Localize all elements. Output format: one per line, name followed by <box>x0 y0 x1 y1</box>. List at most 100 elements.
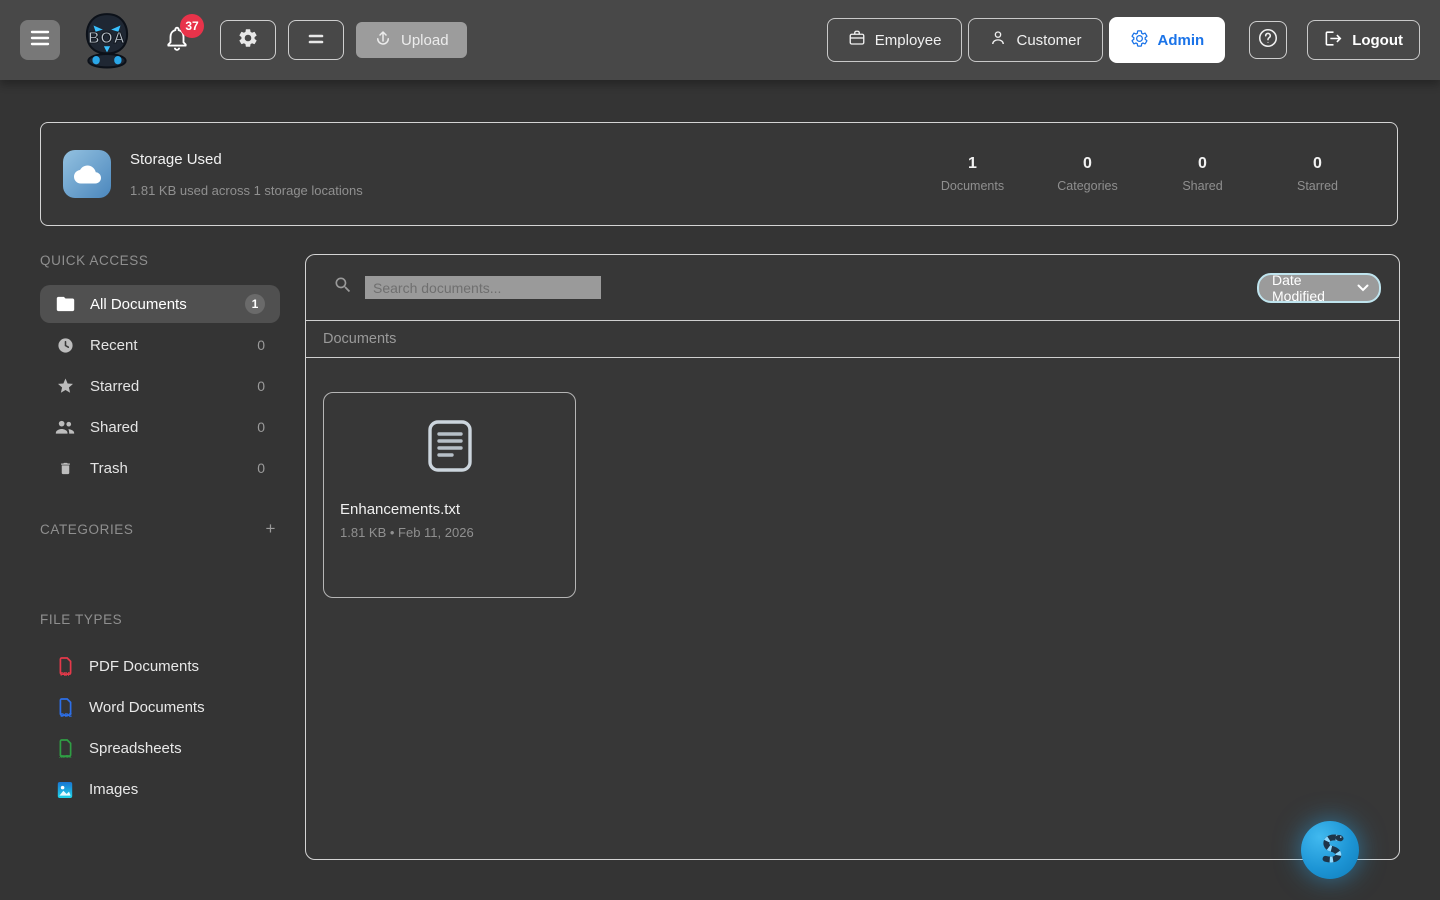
text-document-icon <box>340 419 559 473</box>
document-meta: 1.81 KB • Feb 11, 2026 <box>340 525 559 540</box>
sidebar-item-shared[interactable]: Shared 0 <box>40 408 280 446</box>
logout-icon <box>1324 29 1343 52</box>
file-types-header: FILE TYPES <box>40 612 280 627</box>
sidebar-item-label: Shared <box>90 419 138 436</box>
file-type-label: Spreadsheets <box>89 740 182 757</box>
star-icon <box>55 377 75 395</box>
clock-icon <box>55 337 75 354</box>
chevron-down-icon <box>1357 284 1369 292</box>
briefcase-icon <box>848 29 866 51</box>
sidebar-item-all-documents[interactable]: All Documents 1 <box>40 285 280 323</box>
quick-access-header: QUICK ACCESS <box>40 253 280 268</box>
spreadsheet-file-icon: XLSX <box>55 738 75 759</box>
question-mark-icon <box>1257 27 1279 54</box>
storage-subtitle: 1.81 KB used across 1 storage locations <box>130 183 363 198</box>
word-file-icon: DOC <box>55 697 75 718</box>
sidebar-item-label: Trash <box>90 460 128 477</box>
role-label: Admin <box>1158 32 1205 49</box>
sidebar-item-count: 0 <box>257 419 265 435</box>
boa-cobra-logo: BOA <box>78 11 136 69</box>
sidebar-item-trash[interactable]: Trash 0 <box>40 449 280 487</box>
file-types-list: PDF PDF Documents DOC Word Documents XLS… <box>40 646 280 810</box>
navbar-right-group: Employee Customer Admin Logout <box>821 17 1420 63</box>
stat-categories: 0 Categories <box>1030 155 1145 193</box>
sort-select[interactable]: Date Modified <box>1257 273 1381 303</box>
logout-button[interactable]: Logout <box>1307 20 1420 60</box>
stat-label: Starred <box>1260 179 1375 193</box>
search-input[interactable] <box>365 276 601 299</box>
storage-text-block: Storage Used 1.81 KB used across 1 stora… <box>130 151 363 198</box>
stat-starred: 0 Starred <box>1260 155 1375 193</box>
file-type-word-documents[interactable]: DOC Word Documents <box>40 687 280 728</box>
file-type-label: PDF Documents <box>89 658 199 675</box>
stat-shared: 0 Shared <box>1145 155 1260 193</box>
sidebar-item-label: Starred <box>90 378 139 395</box>
file-type-label: Word Documents <box>89 699 205 716</box>
notification-count-badge: 37 <box>180 14 204 38</box>
sidebar-item-count: 0 <box>257 378 265 394</box>
stat-label: Shared <box>1145 179 1260 193</box>
pdf-file-icon: PDF <box>55 656 75 677</box>
file-type-pdf-documents[interactable]: PDF PDF Documents <box>40 646 280 687</box>
upload-icon <box>374 29 392 51</box>
notifications-button[interactable]: 37 <box>164 24 190 57</box>
image-file-icon <box>55 781 75 799</box>
assistant-snake-button[interactable] <box>1301 821 1359 879</box>
help-button[interactable] <box>1249 21 1287 59</box>
documents-section-header: Documents <box>306 321 1399 358</box>
storage-summary-card: Storage Used 1.81 KB used across 1 stora… <box>40 122 1398 226</box>
cloud-storage-icon <box>63 150 111 198</box>
svg-text:XLSX: XLSX <box>59 754 72 759</box>
sidebar-item-recent[interactable]: Recent 0 <box>40 326 280 364</box>
svg-text:BOA: BOA <box>88 30 126 47</box>
trash-icon <box>55 460 75 477</box>
file-type-images[interactable]: Images <box>40 769 280 810</box>
quick-access-list: All Documents 1 Recent 0 Starred 0 Share… <box>40 285 280 487</box>
people-icon <box>55 420 75 434</box>
sidebar-item-label: Recent <box>90 337 138 354</box>
file-type-spreadsheets[interactable]: XLSX Spreadsheets <box>40 728 280 769</box>
role-label: Customer <box>1016 32 1081 49</box>
upload-button[interactable]: Upload <box>356 22 467 58</box>
svg-text:DOC: DOC <box>60 713 72 718</box>
document-card[interactable]: Enhancements.txt 1.81 KB • Feb 11, 2026 <box>323 392 576 598</box>
upload-label: Upload <box>401 32 449 49</box>
equals-lines-icon <box>308 31 324 49</box>
add-category-button[interactable]: + <box>261 519 280 539</box>
documents-grid: Enhancements.txt 1.81 KB • Feb 11, 2026 <box>306 358 1399 632</box>
sidebar-item-starred[interactable]: Starred 0 <box>40 367 280 405</box>
categories-title: CATEGORIES <box>40 522 134 537</box>
stat-documents: 1 Documents <box>915 155 1030 193</box>
person-icon <box>989 29 1007 51</box>
stat-label: Documents <box>915 179 1030 193</box>
documents-section-title: Documents <box>323 331 396 347</box>
search-icon <box>333 275 353 300</box>
role-button-employee[interactable]: Employee <box>827 18 963 62</box>
stat-value: 0 <box>1030 155 1145 173</box>
role-button-customer[interactable]: Customer <box>968 18 1102 62</box>
stat-value: 0 <box>1260 155 1375 173</box>
document-name: Enhancements.txt <box>340 501 559 518</box>
categories-header: CATEGORIES + <box>40 519 280 539</box>
settings-button[interactable] <box>220 20 276 60</box>
bell-icon <box>164 39 190 56</box>
stat-value: 0 <box>1145 155 1260 173</box>
sidebar: QUICK ACCESS All Documents 1 Recent 0 St… <box>40 253 280 810</box>
file-type-label: Images <box>89 781 138 798</box>
sort-select-value: Date Modified <box>1272 272 1350 304</box>
hamburger-menu-button[interactable] <box>20 20 60 60</box>
view-options-button[interactable] <box>288 20 344 60</box>
role-button-admin[interactable]: Admin <box>1109 17 1226 63</box>
sidebar-item-count: 0 <box>257 337 265 353</box>
storage-title: Storage Used <box>130 151 363 168</box>
admin-gear-icon <box>1130 29 1149 52</box>
folder-icon <box>55 296 75 312</box>
search-toolbar: Date Modified <box>306 255 1399 321</box>
snake-icon <box>1312 830 1348 871</box>
svg-text:PDF: PDF <box>60 672 71 677</box>
documents-panel: Date Modified Documents En <box>305 254 1400 860</box>
storage-stats: 1 Documents 0 Categories 0 Shared 0 Star… <box>915 155 1375 193</box>
stat-value: 1 <box>915 155 1030 173</box>
sidebar-item-count: 0 <box>257 460 265 476</box>
logout-label: Logout <box>1352 32 1403 49</box>
